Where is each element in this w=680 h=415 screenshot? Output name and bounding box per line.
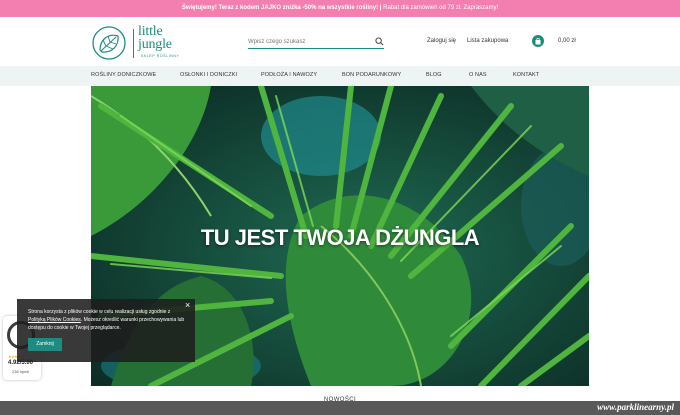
cookie-text-1: Strona korzysta z plików cookie w celu r… [28, 309, 171, 315]
watermark-bar: www.parklinearny.pl [0, 401, 680, 415]
monstera-leaf-icon [92, 26, 126, 60]
review-count: 236 opinii [12, 369, 30, 374]
search-icon[interactable] [375, 37, 384, 46]
logo[interactable]: little jungle SKLEP ROŚLINNY [91, 25, 187, 61]
logo-subtitle: SKLEP ROŚLINNY [141, 54, 180, 58]
promo-bar: Świętujemy! Teraz z kodem JAJKO zniżka -… [0, 0, 680, 17]
nav-item-plants[interactable]: ROŚLINY DONICZKOWE [91, 72, 156, 78]
nav-item-gift-card[interactable]: BON PODARUNKOWY [342, 72, 401, 78]
watermark-text: www.parklinearny.pl [597, 402, 674, 412]
bag-icon [535, 37, 541, 44]
search-box [248, 36, 384, 49]
nav-item-pots[interactable]: OSŁONKI I DONICZKI [180, 72, 237, 78]
hero-title: TU JEST TWOJA DŻUNGLA [200, 225, 480, 250]
cookie-text: Strona korzysta z plików cookie w celu r… [28, 308, 188, 332]
close-icon[interactable]: × [185, 300, 190, 310]
logo-divider [133, 29, 134, 58]
cart-button[interactable] [532, 35, 544, 47]
cookie-policy-link[interactable]: Polityką Plików Cookies [28, 317, 81, 323]
wishlist-link[interactable]: Lista zakupowa [467, 38, 508, 44]
promo-text: Rabat dla zamówień od 79 zł. Zapraszamy! [381, 5, 499, 11]
cookie-close-button[interactable]: Zamknij [28, 338, 62, 351]
logo-line-2: jungle [138, 37, 172, 52]
nav-item-blog[interactable]: BLOG [426, 72, 442, 78]
nav-item-soil[interactable]: PODŁOŻA I NAWOZY [261, 72, 317, 78]
header: little jungle SKLEP ROŚLINNY Zaloguj się… [0, 17, 680, 66]
nav-item-about[interactable]: O NAS [469, 72, 487, 78]
cookie-banner: Strona korzysta z plików cookie w celu r… [17, 299, 195, 362]
logo-wordmark: little jungle [138, 25, 172, 52]
search-input[interactable] [248, 36, 368, 48]
nav-item-contact[interactable]: KONTAKT [513, 72, 539, 78]
main-nav: ROŚLINY DONICZKOWE OSŁONKI I DONICZKI PO… [0, 66, 680, 86]
login-link[interactable]: Zaloguj się [427, 38, 456, 44]
promo-bold-text: Świętujemy! Teraz z kodem JAJKO zniżka -… [181, 5, 382, 11]
cart-value[interactable]: 0,00 zł [558, 38, 576, 44]
